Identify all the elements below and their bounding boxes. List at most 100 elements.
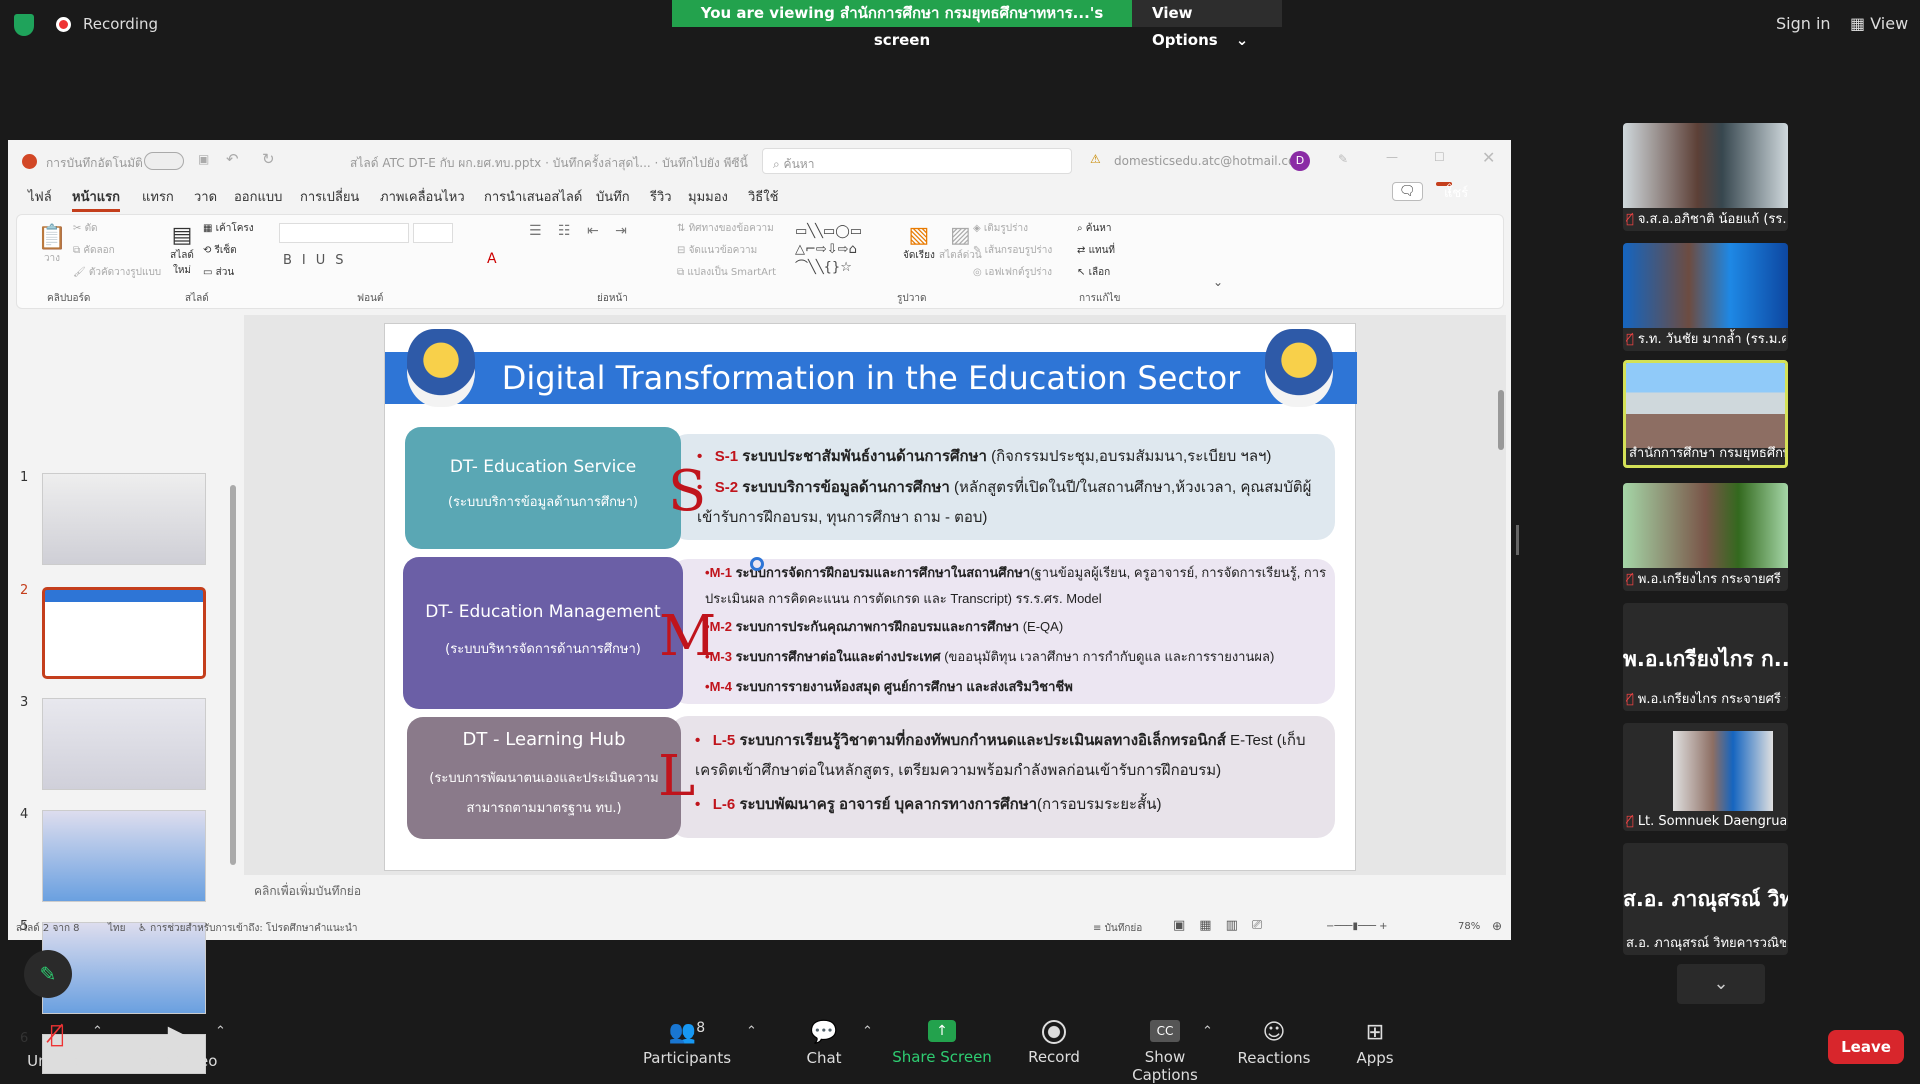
tab-view[interactable]: มุมมอง [688,186,728,207]
layout-button[interactable]: ▦ เค้าโครง [203,221,254,236]
participants-button[interactable]: 👥8 Participants [642,1020,732,1067]
video-options-caret[interactable]: ⌃ [215,1024,226,1039]
zoom-level[interactable]: 78% [1458,921,1480,932]
leave-button[interactable]: Leave [1828,1030,1904,1064]
smartart-button[interactable]: ⧉ แปลงเป็น SmartArt [677,265,776,280]
fit-slide-icon[interactable]: ⊕ [1492,919,1502,933]
slide-thumbnail-4[interactable] [42,810,206,902]
view-button[interactable]: ▦ View [1850,14,1908,33]
font-size-select[interactable] [413,223,453,243]
comments-button[interactable]: 🗨 [1392,182,1423,201]
participant-tile[interactable]: 🎙̸พ.อ.เกรียงไกร กระจายศรี อ... [1623,483,1788,591]
tab-design[interactable]: ออกแบบ [234,186,282,207]
cut-button[interactable]: ✂ ตัด [73,221,98,236]
slide-thumbnail-2[interactable] [42,587,206,679]
text-direction-button[interactable]: ⇅ ทิศทางของข้อความ [677,221,774,236]
shape-effects-button[interactable]: ◎ เอฟเฟกต์รูปร่าง [973,265,1052,280]
tab-insert[interactable]: แทรก [142,186,174,207]
panel-divider-handle[interactable] [1516,525,1519,555]
shape-fill-button[interactable]: ◈ เติมรูปร่าง [973,221,1028,236]
slide-thumbnail-1[interactable] [42,473,206,565]
apps-button[interactable]: ⊞ Apps [1350,1020,1400,1067]
account-email[interactable]: domesticsedu.atc@hotmail.com [1114,154,1307,168]
select-button[interactable]: ↖ เลือก [1077,265,1110,280]
maximize-button[interactable]: ☐ [1434,150,1445,164]
font-format-buttons[interactable]: BIUS [283,253,354,268]
reactions-button[interactable]: ☺ Reactions [1236,1020,1312,1067]
notes-toggle[interactable]: ≡ บันทึกย่อ [1093,921,1142,936]
copy-button[interactable]: ⧉ คัดลอก [73,243,115,258]
zoom-slider[interactable]: −───▮─── + [1326,921,1388,932]
section-m-title: DT- Education Management [425,602,661,622]
collapse-ribbon-icon[interactable]: ⌄ [1213,275,1223,289]
font-color-button[interactable]: A [487,251,497,267]
undo-icon[interactable]: ↶ [226,150,239,168]
tab-help[interactable]: วิธีใช้ [748,186,778,207]
smartart-label: แปลงเป็น SmartArt [687,267,777,278]
tab-slideshow[interactable]: การนำเสนอสไลด์ [484,186,582,207]
chat-options-caret[interactable]: ⌃ [862,1024,873,1039]
slide-thumbnail-3[interactable] [42,698,206,790]
align-text-button[interactable]: ⊟ จัดแนวข้อความ [677,243,757,258]
format-painter-button[interactable]: 🖌 ตัวคัดวางรูปแบบ [73,265,161,280]
sign-in-button[interactable]: Sign in [1776,14,1831,33]
account-avatar[interactable]: D [1290,151,1310,171]
tab-home[interactable]: หน้าแรก [72,186,120,212]
thumbnail-scrollbar[interactable] [230,485,236,865]
view-mode-buttons[interactable]: ▣▦▥⎚ [1173,918,1276,933]
muted-mic-icon: 🎙̸ [1626,212,1634,227]
participant-tile[interactable]: 🎙̸ จ.ส.อ.อภิชาติ น้อยแก้ (รร... [1623,123,1788,231]
annotate-button[interactable]: ✎ [24,950,72,998]
section-l-items: • L-5 ระบบการเรียนรู้วิชาตามที่กองทัพบกก… [695,726,1315,820]
font-family-select[interactable] [279,223,409,243]
save-icon[interactable]: ▣ [198,152,209,166]
shapes-gallery[interactable]: ▭╲╲▭◯▭ △⌐⇨⇩⇨⌂ ⌒╲╲{}☆ [795,223,895,281]
close-button[interactable]: ✕ [1482,148,1495,167]
new-slide-button[interactable]: ▤ สไลด์ใหม่ [167,223,197,278]
stop-video-button[interactable]: ▶ Stop Video [132,1020,222,1070]
search-box[interactable]: ⌕ ค้นหา [762,148,1072,174]
shape-outline-button[interactable]: ✎ เส้นกรอบรูปร่าง [973,243,1052,258]
security-shield-icon[interactable] [14,14,34,36]
minimize-button[interactable]: — [1386,150,1398,164]
find-button[interactable]: ⌕ ค้นหา [1077,221,1112,236]
participant-tile[interactable]: ส.อ. ภาณุสรณ์ วิท... ส.อ. ภาณุสรณ์ วิทยค… [1623,843,1788,955]
accessibility-status[interactable]: ♿ การช่วยสำหรับการเข้าถึง: โปรดศึกษาคำแน… [138,921,358,936]
warning-icon[interactable]: ⚠ [1090,152,1101,166]
replace-button[interactable]: ⇄ แทนที่ [1077,243,1115,258]
share-screen-button[interactable]: ↑ Share Screen [890,1020,994,1066]
paragraph-buttons[interactable]: ☰ ☷ ⇤ ⇥ [529,223,633,239]
canvas-scrollbar[interactable] [1498,390,1504,450]
autosave-toggle[interactable] [144,152,184,170]
record-button[interactable]: Record [1022,1020,1086,1066]
participant-tile[interactable]: 🎙̸ ร.ท. วันชัย มากล้ำ (รร.ม.ศ... [1623,243,1788,351]
bullet-bold: ระบบการศึกษาต่อในและต่างประเทศ [735,649,941,664]
participants-options-caret[interactable]: ⌃ [746,1024,757,1039]
reset-button[interactable]: ⟲ รีเซ็ต [203,243,237,258]
tab-animations[interactable]: ภาพเคลื่อนไหว [380,186,465,207]
tab-file[interactable]: ไฟล์ [28,186,52,207]
unmute-button[interactable]: 🎙̸ Unmute [26,1020,88,1070]
notes-pane[interactable]: คลิกเพื่อเพิ่มบันทึกย่อ [244,878,1506,902]
section-button[interactable]: ▭ ส่วน [203,265,234,280]
redo-icon[interactable]: ↻ [262,150,275,168]
group-slides: สไลด์ [185,293,209,304]
captions-options-caret[interactable]: ⌃ [1202,1024,1213,1039]
pen-icon[interactable]: ✎ [1338,152,1348,166]
tab-record[interactable]: บันทึก [596,186,630,207]
arrange-button[interactable]: ▧ จัดเรียง [903,223,935,263]
gallery-next-button[interactable]: ⌄ [1677,964,1765,1004]
participant-tile-active[interactable]: สำนักการศึกษา กรมยุทธศึกษา... [1623,360,1788,468]
ppt-logo-icon [22,154,37,169]
participant-tile[interactable]: 🎙̸ Lt. Somnuek Daengrua... [1623,723,1788,831]
language-status[interactable]: ไทย [108,921,125,936]
share-button[interactable]: ⇪ แชร์ [1436,182,1468,201]
view-options-button[interactable]: View Options ⌄ [1132,0,1282,49]
audio-options-caret[interactable]: ⌃ [92,1024,103,1039]
tab-draw[interactable]: วาด [194,186,217,207]
tab-transitions[interactable]: การเปลี่ยน [300,186,359,207]
tab-review[interactable]: รีวิว [650,186,672,207]
chat-button[interactable]: 💬 Chat [794,1020,854,1067]
paste-button[interactable]: 📋 วาง [37,223,67,283]
participant-tile[interactable]: พ.อ.เกรียงไกร ก... 🎙̸ พ.อ.เกรียงไกร กระจา… [1623,603,1788,711]
